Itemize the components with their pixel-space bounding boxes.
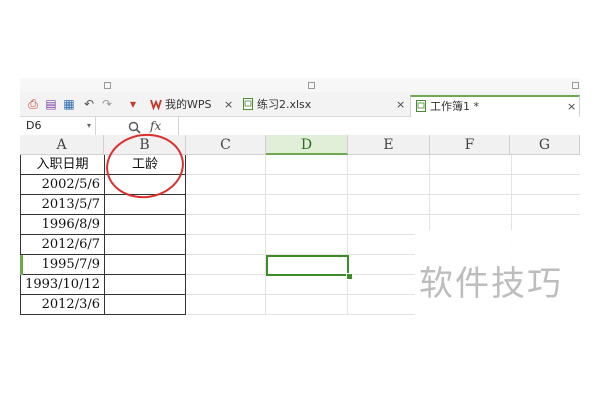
tab-label: 我的WPS [165, 98, 212, 111]
cell-b4[interactable] [105, 215, 186, 235]
chevron-down-icon[interactable]: ▾ [87, 117, 91, 135]
spreadsheet-file-icon [242, 97, 254, 110]
formula-bar: D6 ▾ fx [20, 117, 580, 136]
restore-icon[interactable] [104, 82, 111, 89]
selected-cell-d6[interactable] [266, 255, 349, 276]
quick-access-toolbar: ⎙ ▤ ▦ ↶ ↷ ▾ 我的WPS × 练习2.xlsx × 工作簿1 * × [20, 92, 580, 117]
cell-a2[interactable]: 2002/5/6 [20, 175, 105, 195]
column-header-d[interactable]: D [266, 135, 348, 155]
active-row-marker [20, 255, 23, 275]
print-icon[interactable]: ▤ [44, 97, 58, 111]
column-header-f[interactable]: F [430, 135, 510, 155]
restore-icon[interactable] [572, 82, 579, 89]
tab-practice-file[interactable]: 练习2.xlsx × [242, 95, 405, 115]
name-box[interactable]: D6 ▾ [20, 117, 96, 135]
redo-icon[interactable]: ↷ [100, 97, 114, 111]
watermark-text: 软件技巧 [419, 264, 563, 304]
cell-a8[interactable]: 2012/3/6 [20, 295, 105, 315]
column-header-c[interactable]: C [186, 135, 266, 155]
cell-a3[interactable]: 2013/5/7 [20, 195, 105, 215]
cell-b7[interactable] [105, 275, 186, 295]
tab-label: 工作簿1 * [430, 100, 479, 113]
fx-icon[interactable]: fx [150, 117, 161, 135]
cell-a7[interactable]: 1993/10/12 [20, 275, 105, 295]
name-box-value: D6 [26, 119, 42, 132]
tab-my-wps[interactable]: 我的WPS × [150, 95, 234, 115]
column-header-e[interactable]: E [348, 135, 430, 155]
cell-b8[interactable] [105, 295, 186, 315]
print-preview-icon[interactable]: ▦ [62, 97, 76, 111]
fill-handle[interactable] [346, 273, 353, 280]
cell-a1[interactable]: 入职日期 [20, 155, 105, 175]
spreadsheet-file-icon [415, 99, 427, 112]
cell-a5[interactable]: 2012/6/7 [20, 235, 105, 255]
cell-b5[interactable] [105, 235, 186, 255]
export-pdf-icon[interactable]: ⎙ [26, 97, 40, 111]
customize-toolbar-icon[interactable]: ▾ [126, 97, 140, 111]
cell-a4[interactable]: 1996/8/9 [20, 215, 105, 235]
tab-workbook1[interactable]: 工作簿1 * × [410, 95, 580, 117]
close-tab-icon[interactable]: × [224, 95, 233, 115]
formula-tools: fx [120, 117, 179, 135]
watermark: 软件技巧 [415, 230, 590, 320]
column-header-g[interactable]: G [510, 135, 580, 155]
title-strip [20, 78, 580, 93]
close-tab-icon[interactable]: × [567, 97, 576, 117]
restore-icon[interactable] [308, 82, 315, 89]
wps-logo-icon [150, 97, 162, 111]
column-header-a[interactable]: A [20, 135, 104, 155]
cell-a6[interactable]: 1995/7/9 [20, 255, 105, 275]
cell-b6[interactable] [105, 255, 186, 275]
close-tab-icon[interactable]: × [396, 95, 405, 115]
undo-icon[interactable]: ↶ [82, 97, 96, 111]
tab-label: 练习2.xlsx [257, 98, 312, 111]
